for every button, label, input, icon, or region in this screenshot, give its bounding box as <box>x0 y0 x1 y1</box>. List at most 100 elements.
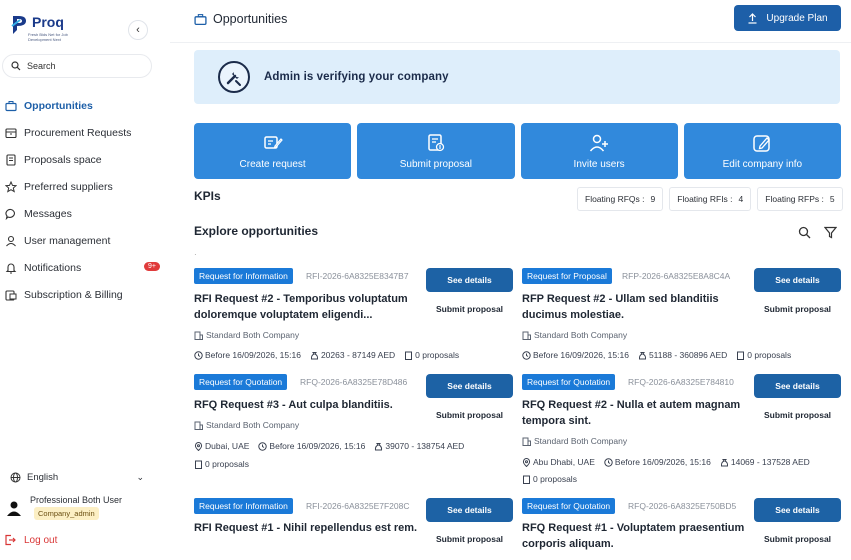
proposals-count: 0 proposals <box>415 350 460 360</box>
request-ref: RFQ-2026-6A8325E78D486 <box>300 377 408 387</box>
proq-logo-icon <box>10 14 30 36</box>
header-divider <box>170 42 851 43</box>
search-input[interactable] <box>27 61 137 71</box>
money-bag-icon <box>310 351 319 360</box>
budget: 39070 - 138754 AED <box>385 441 465 451</box>
opportunity-card[interactable]: Request for Quotation RFQ-2026-6A8325E78… <box>194 374 514 474</box>
location: Abu Dhabi, UAE <box>533 457 595 467</box>
edit-company-info-button[interactable]: Edit company info <box>683 123 841 179</box>
submit-proposal-card-button[interactable]: Submit proposal <box>426 404 513 426</box>
kpi-value: 4 <box>738 194 744 204</box>
deadline: Before 16/09/2026, 15:16 <box>269 441 366 451</box>
sidebar-item-procurement-requests[interactable]: Procurement Requests <box>0 119 170 146</box>
bell-icon <box>4 261 18 275</box>
submit-proposal-card-button[interactable]: Submit proposal <box>426 298 513 320</box>
create-request-label: Create request <box>239 158 306 170</box>
request-meta-proposals: 0 proposals <box>522 474 577 484</box>
location: Dubai, UAE <box>205 441 250 451</box>
sidebar: Proq Fresh Bids Net for Job Development … <box>0 0 170 560</box>
upload-icon <box>748 12 757 24</box>
explore-title: Explore opportunities <box>194 224 319 238</box>
upgrade-plan-button[interactable]: Upgrade Plan <box>734 5 841 31</box>
request-title[interactable]: RFI Request #1 - Nihil repellendus est r… <box>194 521 418 537</box>
sidebar-nav: Opportunities Procurement Requests Propo… <box>0 92 170 308</box>
request-type-badge: Request for Quotation <box>194 374 288 390</box>
invite-icon <box>590 134 609 151</box>
sidebar-item-label: Procurement Requests <box>24 126 132 139</box>
request-meta: Before 16/09/2026, 15:16 20263 - 87149 A… <box>194 350 468 360</box>
request-title[interactable]: RFQ Request #3 - Aut culpa blanditiis. <box>194 398 418 414</box>
request-icon <box>263 135 283 149</box>
kpi-value: 5 <box>829 194 835 204</box>
search-opportunities-button[interactable] <box>794 222 814 242</box>
kpis-title: KPIs <box>194 189 221 203</box>
request-title[interactable]: RFQ Request #2 - Nulla et autem magnam t… <box>522 398 746 429</box>
request-meta: Abu Dhabi, UAE Before 16/09/2026, 15:16 … <box>522 457 819 467</box>
company-row: Standard Both Company <box>522 436 627 446</box>
edit-icon <box>753 134 771 152</box>
see-details-button[interactable]: See details <box>754 268 841 292</box>
filter-button[interactable] <box>820 222 840 242</box>
clock-icon <box>258 441 268 451</box>
opportunity-card[interactable]: Request for Information RFI-2026-6A8325E… <box>194 498 514 558</box>
opportunity-card[interactable]: Request for Quotation RFQ-2026-6A8325E78… <box>522 374 842 484</box>
opportunity-card[interactable]: Request for Proposal RFP-2026-6A8325E8A8… <box>522 268 842 368</box>
request-type-badge: Request for Information <box>194 498 293 514</box>
clock-icon <box>604 457 613 467</box>
sidebar-item-label: Subscription & Billing <box>24 288 123 301</box>
submit-proposal-card-button[interactable]: Submit proposal <box>754 528 841 550</box>
sidebar-item-notifications[interactable]: Notifications 9+ <box>0 254 170 281</box>
brand-logo[interactable]: Proq Fresh Bids Net for Job Development … <box>10 14 68 42</box>
logout-button[interactable]: Log out <box>4 534 57 546</box>
filter-icon <box>823 226 837 238</box>
proposals-count: 0 proposals <box>747 350 792 360</box>
language-label: English <box>27 471 59 483</box>
sidebar-item-messages[interactable]: Messages <box>0 200 170 227</box>
budget: 14069 - 137528 AED <box>730 457 810 467</box>
opportunity-card[interactable]: Request for Information RFI-2026-6A8325E… <box>194 268 514 368</box>
language-selector[interactable]: English ⌄ <box>10 468 144 486</box>
user-profile[interactable]: Professional Both User Company_admin <box>6 494 156 522</box>
proposals-count: 0 proposals <box>533 474 577 484</box>
see-details-button[interactable]: See details <box>754 374 841 398</box>
clock-icon <box>194 350 203 360</box>
opportunity-card[interactable]: Request for Quotation RFQ-2026-6A8325E75… <box>522 498 842 558</box>
request-title[interactable]: RFQ Request #1 - Voluptatem praesentium … <box>522 521 746 552</box>
request-type-badge: Request for Quotation <box>522 498 616 514</box>
search-field[interactable] <box>2 54 152 78</box>
sidebar-item-proposals-space[interactable]: Proposals space <box>0 146 170 173</box>
collapse-sidebar-button[interactable]: ‹ <box>128 20 148 40</box>
proposals-icon <box>522 475 531 484</box>
submit-proposal-card-button[interactable]: Submit proposal <box>754 404 841 426</box>
sidebar-item-user-management[interactable]: User management <box>0 227 170 254</box>
request-type-badge: Request for Quotation <box>522 374 616 390</box>
invite-users-button[interactable]: Invite users <box>520 123 678 179</box>
request-title[interactable]: RFP Request #2 - Ullam sed blanditiis du… <box>522 292 746 323</box>
request-ref: RFI-2026-6A8325E8347B7 <box>306 271 409 281</box>
submit-proposal-button[interactable]: Submit proposal <box>357 123 515 179</box>
see-details-button[interactable]: See details <box>426 374 513 398</box>
submit-proposal-card-button[interactable]: Submit proposal <box>426 528 513 550</box>
sidebar-item-preferred-suppliers[interactable]: Preferred suppliers <box>0 173 170 200</box>
submit-proposal-card-button[interactable]: Submit proposal <box>754 298 841 320</box>
request-ref: RFQ-2026-6A8325E750BD5 <box>628 501 737 511</box>
sidebar-item-subscription-billing[interactable]: Subscription & Billing <box>0 281 170 308</box>
see-details-button[interactable]: See details <box>426 498 513 522</box>
sidebar-item-opportunities[interactable]: Opportunities <box>0 92 170 119</box>
document-icon <box>4 153 18 167</box>
company-name: Standard Both Company <box>206 420 300 430</box>
create-request-button[interactable]: Create request <box>194 123 352 179</box>
proposals-icon <box>736 351 745 360</box>
request-meta-proposals: 0 proposals <box>194 459 249 469</box>
request-ref: RFP-2026-6A8325E8A8C4A <box>622 271 731 281</box>
money-bag-icon <box>374 442 383 451</box>
request-title[interactable]: RFI Request #2 - Temporibus voluptatum d… <box>194 292 418 323</box>
search-icon <box>798 226 810 238</box>
company-row: Standard Both Company <box>194 420 299 430</box>
building-icon <box>522 331 531 340</box>
sidebar-item-label: Preferred suppliers <box>24 180 113 193</box>
see-details-button[interactable]: See details <box>426 268 513 292</box>
see-details-button[interactable]: See details <box>754 498 841 522</box>
request-ref: RFQ-2026-6A8325E784810 <box>628 377 734 387</box>
chevron-left-icon: ‹ <box>136 24 140 36</box>
